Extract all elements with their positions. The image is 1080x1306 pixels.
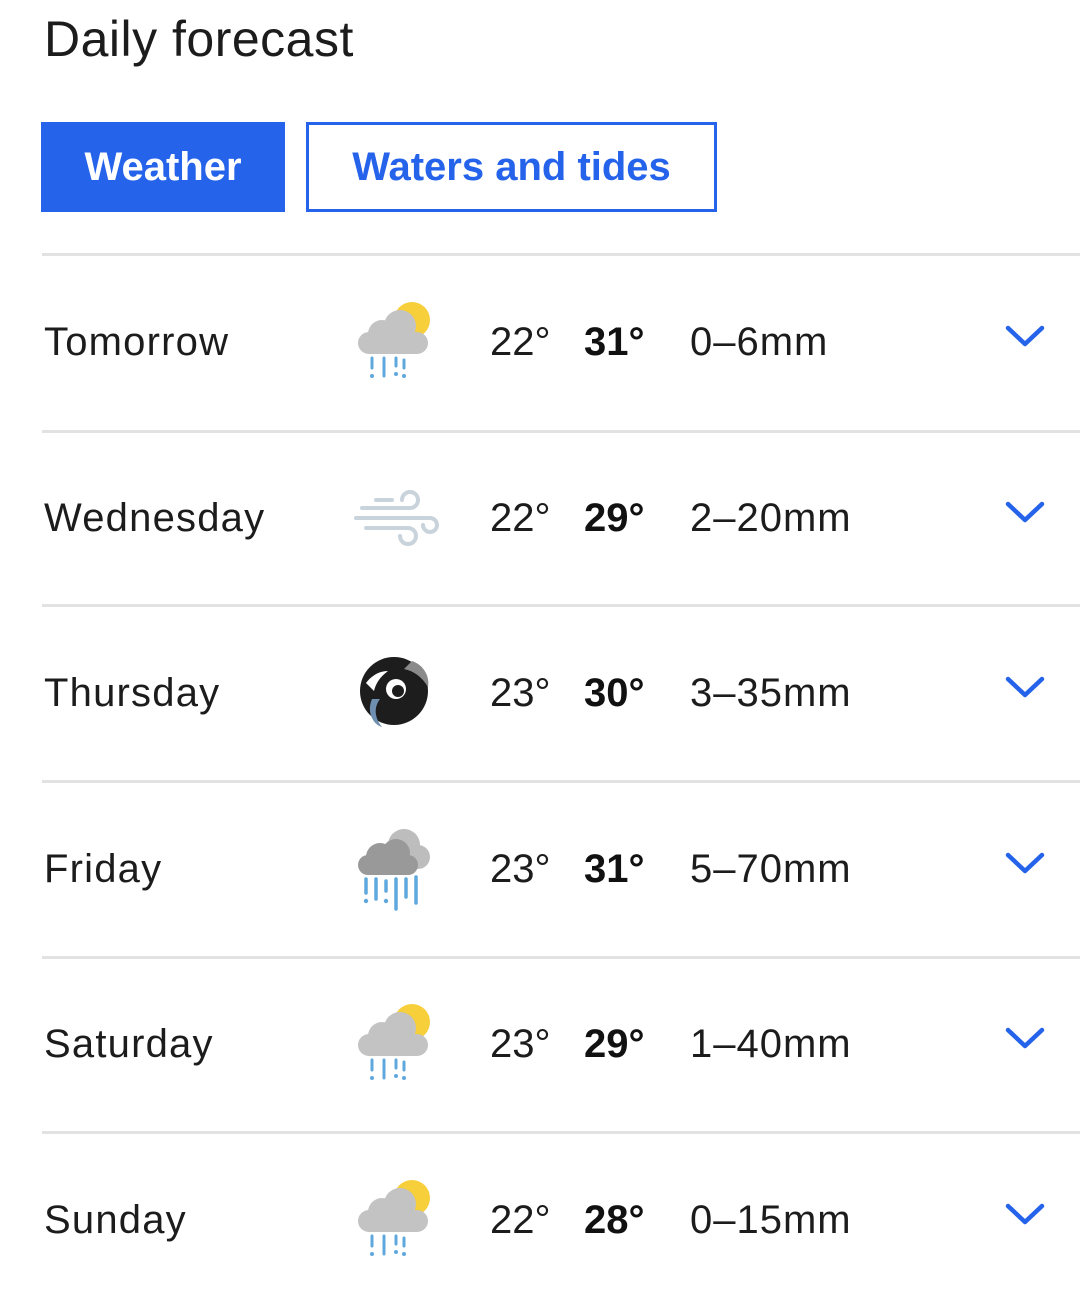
min-temp: 22° [490,495,551,540]
chevron-down-icon[interactable] [1004,498,1046,526]
forecast-row-wednesday[interactable]: Wednesday 22° 29° 2–20mm [0,432,1080,604]
chevron-down-icon[interactable] [1004,1024,1046,1052]
min-temp: 23° [490,846,551,891]
forecast-row-saturday[interactable]: Saturday 23° 29° 1–40mm [0,958,1080,1130]
forecast-row-tomorrow[interactable]: Tomorrow 22° 31° 0–6mm [0,256,1080,428]
cyclone-icon [352,647,442,737]
chevron-down-icon[interactable] [1004,673,1046,701]
tab-weather[interactable]: Weather [41,122,285,212]
min-temp: 23° [490,1021,551,1066]
chevron-down-icon[interactable] [1004,849,1046,877]
chevron-down-icon[interactable] [1004,322,1046,350]
rain-amount: 0–15mm [690,1197,852,1242]
rain-amount: 0–6mm [690,319,829,364]
light-rain-sun-icon [352,1174,442,1264]
forecast-row-friday[interactable]: Friday 23° 31° 5–70mm [0,783,1080,955]
day-label: Wednesday [44,495,266,540]
light-rain-sun-icon [352,296,442,386]
rain-amount: 3–35mm [690,670,852,715]
max-temp: 28° [584,1197,645,1242]
max-temp: 31° [584,846,645,891]
forecast-row-sunday[interactable]: Sunday 22° 28° 0–15mm [0,1134,1080,1306]
min-temp: 22° [490,1197,551,1242]
day-label: Sunday [44,1197,187,1242]
rain-amount: 5–70mm [690,846,852,891]
forecast-row-thursday[interactable]: Thursday 23° 30° 3–35mm [0,607,1080,779]
max-temp: 29° [584,1021,645,1066]
rain-amount: 2–20mm [690,495,852,540]
max-temp: 31° [584,319,645,364]
day-label: Thursday [44,670,221,715]
heavy-rain-icon [352,823,442,913]
windy-icon [352,472,442,562]
min-temp: 23° [490,670,551,715]
max-temp: 29° [584,495,645,540]
tab-waters-and-tides[interactable]: Waters and tides [306,122,717,212]
min-temp: 22° [490,319,551,364]
day-label: Saturday [44,1021,214,1066]
rain-amount: 1–40mm [690,1021,852,1066]
light-rain-sun-icon [352,998,442,1088]
chevron-down-icon[interactable] [1004,1200,1046,1228]
max-temp: 30° [584,670,645,715]
page-title: Daily forecast [44,11,354,67]
day-label: Friday [44,846,163,891]
day-label: Tomorrow [44,319,230,364]
